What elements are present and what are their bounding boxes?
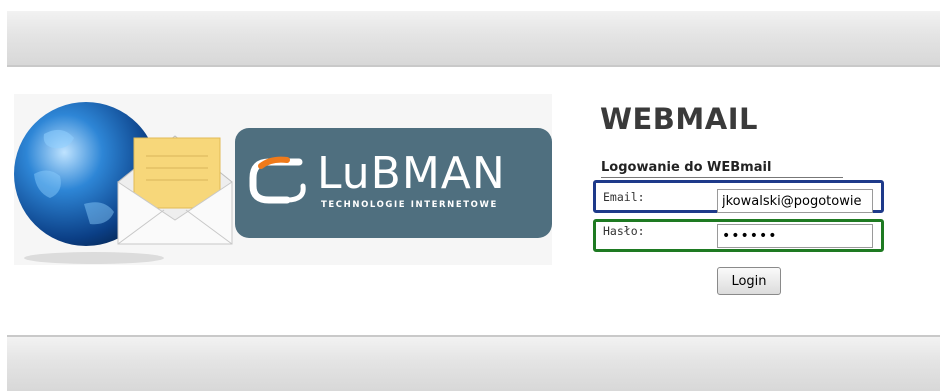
logo-tagline: TECHNOLOGIE INTERNETOWE	[321, 200, 498, 210]
email-label: Email:	[603, 190, 645, 204]
bottom-bar	[7, 335, 940, 391]
top-bar	[7, 11, 940, 67]
email-row: Email:	[593, 180, 884, 213]
page-title: WEBMAIL	[600, 102, 758, 136]
lubman-logo: LuBMAN TECHNOLOGIE INTERNETOWE	[235, 128, 552, 238]
globe-envelope-illustration	[14, 94, 239, 265]
logo-name: LuBMAN	[317, 148, 506, 199]
login-subtitle: Logowanie do WEBmail	[601, 160, 843, 178]
login-button[interactable]: Login	[717, 267, 781, 295]
password-field[interactable]	[717, 224, 873, 248]
password-row: Hasło:	[593, 219, 884, 252]
email-field[interactable]	[717, 189, 873, 213]
lubman-logo-mark	[249, 156, 306, 204]
banner: LuBMAN TECHNOLOGIE INTERNETOWE	[14, 94, 552, 265]
password-label: Hasło:	[603, 224, 645, 238]
envelope-icon	[117, 135, 233, 245]
